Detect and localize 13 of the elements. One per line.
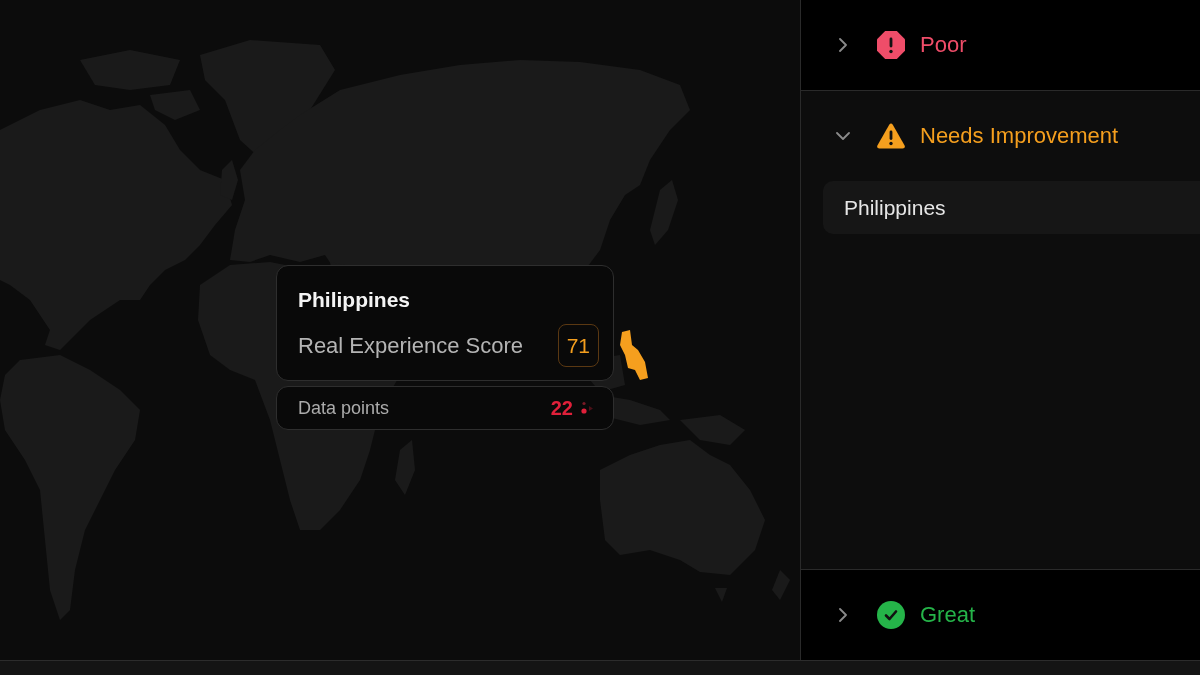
chevron-down-icon xyxy=(836,129,850,143)
category-header[interactable]: Poor xyxy=(801,0,1200,90)
score-value: 71 xyxy=(557,324,599,367)
dots-icon xyxy=(581,400,593,416)
score-label: Real Experience Score xyxy=(298,332,523,359)
country-name: Philippines xyxy=(298,288,411,312)
category-header[interactable]: Needs Improvement xyxy=(801,91,1200,181)
country-list-item[interactable]: Philippines xyxy=(823,181,1200,234)
category-header[interactable]: Great xyxy=(801,570,1200,660)
data-points-label: Data points xyxy=(298,397,390,419)
chevron-right-icon xyxy=(836,608,850,622)
chevron-right-icon xyxy=(836,38,850,52)
data-points-value: 22 xyxy=(550,396,573,420)
